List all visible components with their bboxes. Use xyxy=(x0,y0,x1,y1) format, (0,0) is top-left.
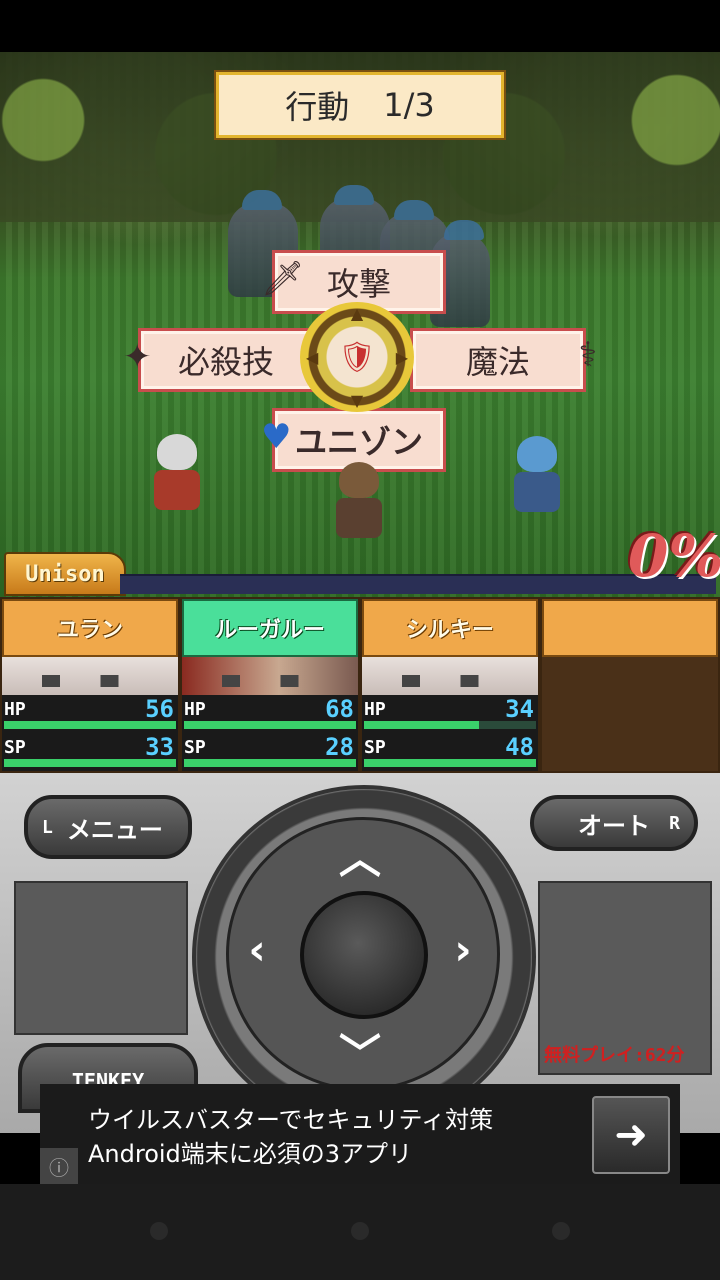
battle-scene: 行動 1/3 🗡 攻撃 ✦ 必殺技 魔法 ⚕ ♥ ユニゾン ▲ ▼ ◀ ▶ 🛡 … xyxy=(0,52,720,597)
hp-bar-fill xyxy=(364,721,480,729)
sp-bar xyxy=(184,759,356,767)
dpad-left-icon[interactable]: ‹ xyxy=(232,925,282,974)
command-selector-dial[interactable]: ▲ ▼ ◀ ▶ 🛡 xyxy=(300,302,414,412)
sp-value: 28 xyxy=(325,733,354,761)
info-icon[interactable]: ⓘ xyxy=(40,1148,78,1184)
status-bar xyxy=(0,0,720,52)
menu-button[interactable]: L メニュー xyxy=(24,795,192,859)
selector-up-arrow-icon: ▲ xyxy=(350,304,364,323)
dpad-right-icon[interactable]: › xyxy=(438,925,488,974)
shield-icon: 🛡 xyxy=(337,339,377,375)
ad-banner[interactable]: ウイルスバスターでセキュリティ対策 Android端末に必須の3アプリ ➜ ⓘ xyxy=(40,1084,680,1184)
hp-bar xyxy=(184,721,356,729)
sp-label: SP xyxy=(4,737,26,758)
sp-bar-fill xyxy=(184,759,356,767)
hp-bar-fill xyxy=(4,721,176,729)
action-count: 1/3 xyxy=(383,86,435,124)
action-label: 行動 xyxy=(285,88,350,126)
hp-bar xyxy=(364,721,536,729)
virtual-controller: L メニュー オート R ︿ ﹀ ‹ › 無料プレイ:62分 TENKEY xyxy=(0,773,720,1133)
member-portrait xyxy=(362,657,538,695)
party-member-yuran[interactable]: ユラン HP 56 SP 33 xyxy=(2,599,178,771)
ad-line-2: Android端末に必須の3アプリ xyxy=(88,1140,413,1168)
hp-value: 34 xyxy=(505,695,534,723)
attack-label: 攻撃 xyxy=(326,265,391,303)
staff-icon: ⚕ xyxy=(578,335,597,375)
recents-nav-icon[interactable] xyxy=(552,1222,570,1240)
special-label: 必殺技 xyxy=(177,343,274,381)
member-nameplate: ユラン xyxy=(2,599,178,657)
hp-row: HP 34 xyxy=(362,695,538,733)
hp-value: 68 xyxy=(325,695,354,723)
star-sword-icon: ✦ xyxy=(123,337,152,377)
hp-label: HP xyxy=(184,699,206,720)
sp-bar-fill xyxy=(4,759,176,767)
member-nameplate: シルキー xyxy=(362,599,538,657)
unison-label: ユニゾン xyxy=(294,423,423,461)
home-nav-icon[interactable] xyxy=(351,1222,369,1240)
free-play-timer: 無料プレイ:62分 xyxy=(544,1045,685,1066)
sp-row: SP 48 xyxy=(362,733,538,771)
party-member-silky[interactable]: シルキー HP 34 SP 48 xyxy=(362,599,538,771)
sp-bar-fill xyxy=(364,759,536,767)
back-nav-icon[interactable] xyxy=(150,1222,168,1240)
party-status-panel: ユラン HP 56 SP 33 ルーガルー HP 68 SP 28 シルキー H… xyxy=(0,597,720,773)
member-portrait xyxy=(2,657,178,695)
action-counter: 行動 1/3 xyxy=(216,72,504,138)
unison-gauge xyxy=(120,574,716,594)
hero-sprite-loup-garou xyxy=(334,462,384,542)
party-member-loup-garou[interactable]: ルーガルー HP 68 SP 28 xyxy=(182,599,358,771)
hero-sprite-yuran xyxy=(152,434,202,514)
menu-label: メニュー xyxy=(66,815,163,844)
auto-label: オート xyxy=(578,811,650,840)
sp-bar xyxy=(364,759,536,767)
member-portrait xyxy=(182,657,358,695)
ad-line-1: ウイルスバスターでセキュリティ対策 xyxy=(88,1106,494,1134)
dpad-up-icon[interactable]: ︿ xyxy=(335,825,385,886)
hp-row: HP 68 xyxy=(182,695,358,733)
hp-bar xyxy=(4,721,176,729)
selector-right-arrow-icon: ▶ xyxy=(395,347,408,367)
magic-label: 魔法 xyxy=(465,343,530,381)
hp-label: HP xyxy=(364,699,386,720)
selector-down-arrow-icon: ▼ xyxy=(350,391,364,410)
sp-row: SP 28 xyxy=(182,733,358,771)
sword-icon: 🗡 xyxy=(261,259,305,299)
left-panel xyxy=(14,881,188,1035)
navigation-bar xyxy=(0,1184,720,1280)
hp-bar-fill xyxy=(184,721,356,729)
hp-value: 56 xyxy=(145,695,174,723)
sp-label: SP xyxy=(364,737,386,758)
sp-label: SP xyxy=(184,737,206,758)
l-key-label: L xyxy=(42,816,53,838)
hp-label: HP xyxy=(4,699,26,720)
couple-heart-icon: ♥ xyxy=(261,417,292,457)
dpad-down-icon[interactable]: ﹀ xyxy=(335,1021,385,1082)
arrow-right-icon[interactable]: ➜ xyxy=(592,1096,670,1174)
sp-value: 48 xyxy=(505,733,534,761)
unison-gauge-label: Unison xyxy=(4,552,126,596)
dpad-center-button[interactable] xyxy=(300,891,428,1019)
magic-command-button[interactable]: 魔法 ⚕ xyxy=(410,328,597,392)
r-key-label: R xyxy=(669,812,680,834)
selector-left-arrow-icon: ◀ xyxy=(306,347,319,367)
hero-sprite-silky xyxy=(512,436,562,516)
sp-value: 33 xyxy=(145,733,174,761)
sp-row: SP 33 xyxy=(2,733,178,771)
unison-percent: 0% xyxy=(628,522,720,590)
empty-party-slot xyxy=(542,599,718,771)
hp-row: HP 56 xyxy=(2,695,178,733)
auto-button[interactable]: オート R xyxy=(530,795,698,851)
member-nameplate: ルーガルー xyxy=(182,599,358,657)
special-command-button[interactable]: ✦ 必殺技 xyxy=(123,328,314,392)
sp-bar xyxy=(4,759,176,767)
